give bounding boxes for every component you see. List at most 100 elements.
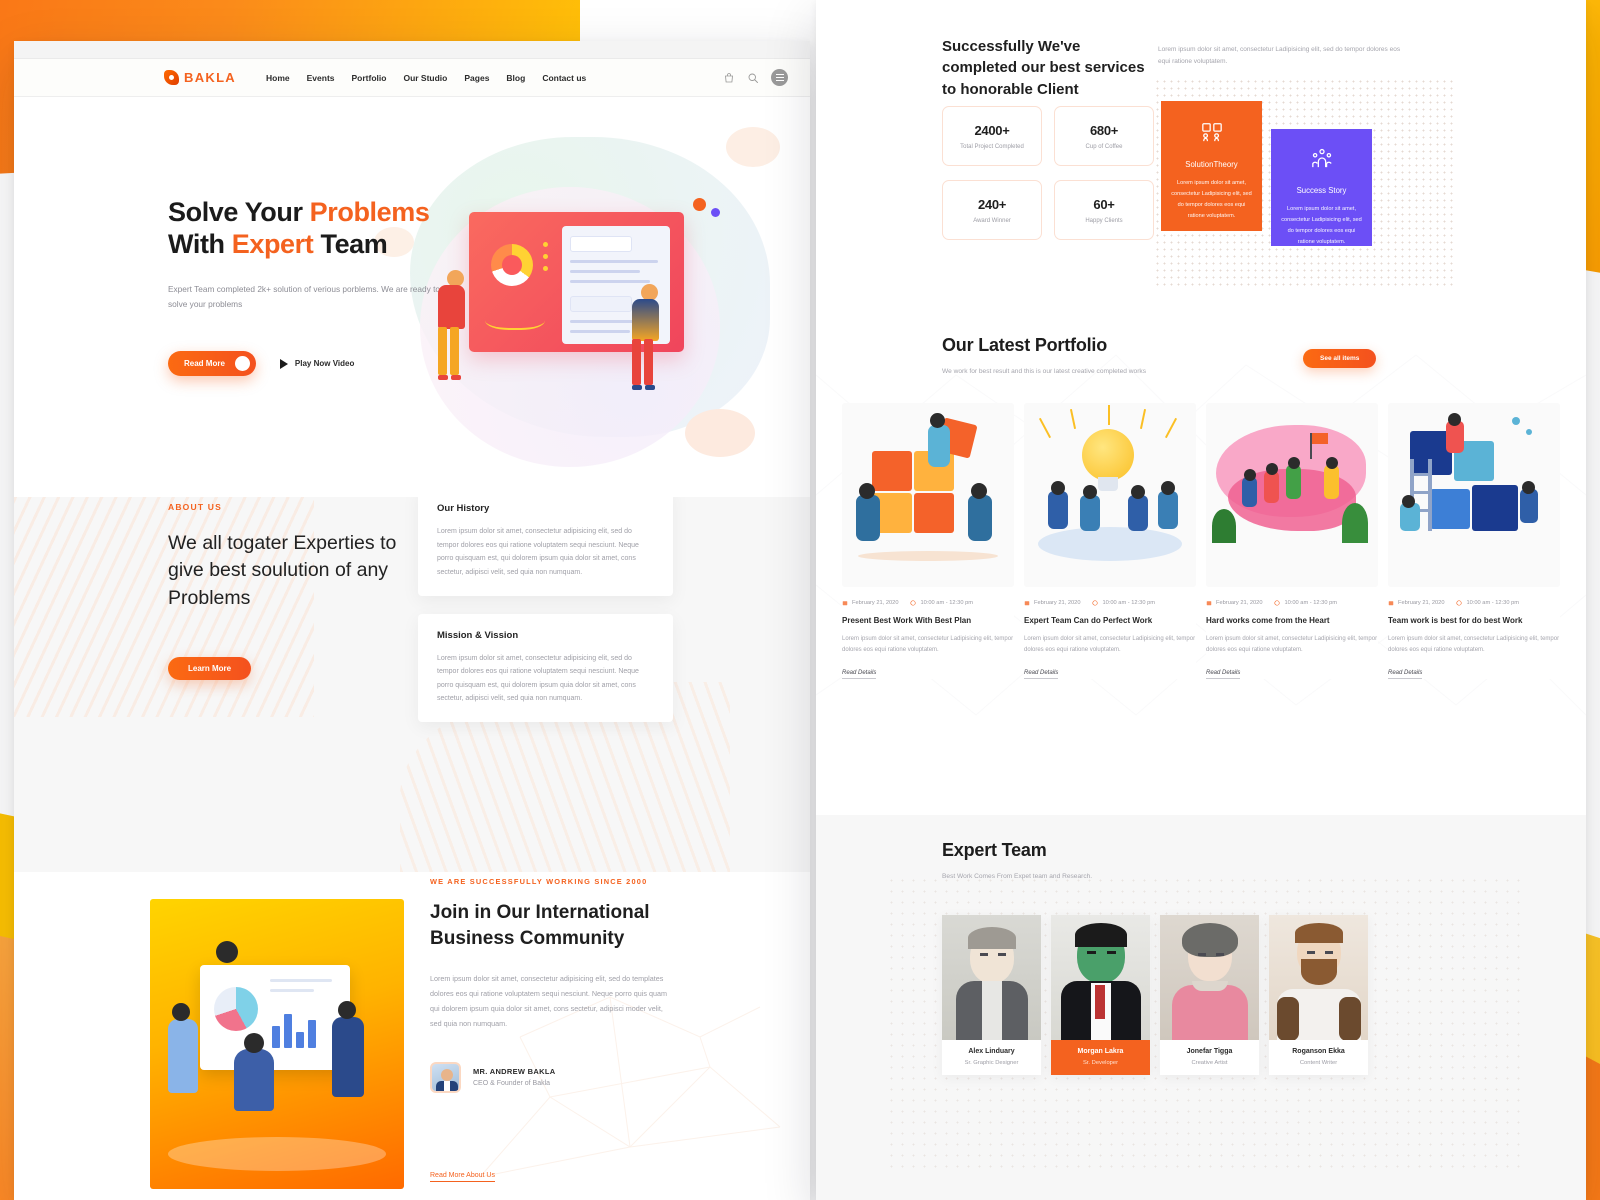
service-body: Lorem ipsum dolor sit amet, consectetur … (1171, 180, 1252, 219)
about-card-mission: Mission & Vission Lorem ipsum dolor sit … (418, 613, 673, 723)
nav-item-our-studio[interactable]: Our Studio (403, 73, 447, 83)
portfolio-thumbnail-puzzle (842, 403, 1014, 587)
team-card[interactable]: Jonefar Tigga Creative Artist (1160, 915, 1259, 1075)
read-details-link[interactable]: Read Details (842, 670, 877, 680)
hero-title-part-4: Expert (231, 228, 314, 259)
community-eyebrow: WE ARE SUCCESSFULLY WORKING SINCE 2000 (430, 877, 648, 886)
nav-item-pages[interactable]: Pages (464, 73, 489, 83)
team-member-name: Alex Linduary (968, 1048, 1015, 1055)
play-video-label: Play Now Video (294, 359, 355, 369)
team-member-role: Sr. Developer (1082, 1060, 1119, 1066)
gear-icon-purple (711, 208, 720, 217)
calendar-icon (1206, 601, 1212, 606)
nav-item-contact-us[interactable]: Contact us (542, 73, 586, 83)
service-title: Success Story (1296, 186, 1347, 195)
about-card-history: Our History Lorem ipsum dolor sit amet, … (418, 497, 673, 596)
portfolio-body: Lorem ipsum dolor sit amet, consectetur … (1206, 636, 1378, 654)
portfolio-meta: February 21, 2020 10:00 am - 12:30 pm (1388, 600, 1560, 606)
team-card[interactable]: Morgan Lakra Sr. Developer (1051, 915, 1150, 1075)
site-navbar: BAKLA Home Events Portfolio Our Studio P… (14, 59, 810, 97)
team-card-bar: Jonefar Tigga Creative Artist (1160, 1040, 1259, 1075)
stat-label: Total Project Completed (960, 143, 1024, 150)
stat-number: 240+ (977, 196, 1007, 212)
left-mockup-panel: BAKLA Home Events Portfolio Our Studio P… (14, 41, 810, 1200)
community-author: MR. ANDREW BAKLA CEO & Founder of Bakla (430, 1061, 675, 1093)
portfolio-card[interactable]: February 21, 2020 10:00 am - 12:30 pm Ex… (1024, 403, 1196, 680)
nav-item-blog[interactable]: Blog (506, 73, 525, 83)
read-details-link[interactable]: Read Details (1388, 670, 1423, 680)
nav-item-events[interactable]: Events (307, 73, 335, 83)
avatar (430, 1061, 461, 1093)
portfolio-card[interactable]: February 21, 2020 10:00 am - 12:30 pm Ha… (1206, 403, 1378, 680)
service-card-success-story[interactable]: Success Story Lorem ipsum dolor sit amet… (1271, 129, 1372, 246)
team-photo (1269, 915, 1368, 1040)
portfolio-title: Expert Team Can do Perfect Work (1024, 616, 1153, 625)
play-video-button[interactable]: Play Now Video (279, 358, 355, 369)
read-details-link[interactable]: Read Details (1024, 670, 1059, 680)
search-icon[interactable] (747, 72, 759, 84)
hero-title-part-3: With (168, 228, 232, 259)
team-card[interactable]: Roganson Ekka Content Writer (1269, 915, 1368, 1075)
portfolio-time: 10:00 am - 12:30 pm (1456, 600, 1519, 606)
hero-title-part-1: Solve Your (168, 197, 310, 227)
portfolio-card[interactable]: February 21, 2020 10:00 am - 12:30 pm Te… (1388, 403, 1560, 680)
portfolio-heading: Our Latest Portfolio (942, 335, 1108, 355)
brand-logo[interactable]: BAKLA (164, 70, 236, 85)
team-card-bar: Morgan Lakra Sr. Developer (1051, 1040, 1150, 1075)
about-card-title: Our History (437, 503, 490, 514)
portfolio-thumbnail-teamwork (1388, 403, 1560, 587)
stats-heading: Successfully We've completed our best se… (942, 38, 1145, 98)
community-illustration (150, 899, 404, 1189)
portfolio-meta: February 21, 2020 10:00 am - 12:30 pm (842, 600, 1014, 606)
stats-grid: 2400+ Total Project Completed 680+ Cup o… (942, 106, 1154, 240)
team-heading: Expert Team (942, 840, 1047, 860)
stat-card-cup-of-coffee: 680+ Cup of Coffee (1054, 106, 1154, 166)
team-member-name: Jonefar Tigga (1186, 1048, 1233, 1055)
portfolio-title: Hard works come from the Heart (1206, 616, 1330, 625)
team-member-role: Sr. Graphic Designer (964, 1060, 1019, 1066)
menu-icon[interactable] (771, 69, 788, 86)
read-more-button[interactable]: Read More (168, 351, 256, 377)
portfolio-time: 10:00 am - 12:30 pm (1092, 600, 1155, 606)
person-left-graphic (438, 270, 465, 380)
service-body: Lorem ipsum dolor sit amet, consectetur … (1281, 206, 1362, 245)
author-role: CEO & Founder of Bakla (473, 1080, 551, 1087)
stat-label: Award Winner (973, 217, 1011, 224)
monitor-graphic (200, 965, 350, 1070)
about-heading: We all togater Experties to give best so… (168, 532, 397, 609)
service-card-solution-theory[interactable]: SolutionTheory Lorem ipsum dolor sit ame… (1161, 101, 1262, 231)
read-more-about-us-link[interactable]: Read More About Us (430, 1172, 495, 1182)
stat-label: Cup of Coffee (1085, 143, 1123, 150)
team-card[interactable]: Alex Linduary Sr. Graphic Designer (942, 915, 1041, 1075)
portfolio-meta: February 21, 2020 10:00 am - 12:30 pm (1024, 600, 1196, 606)
navbar-actions (723, 69, 788, 86)
portfolio-grid: February 21, 2020 10:00 am - 12:30 pm Pr… (842, 403, 1560, 680)
about-card-title: Mission & Vission (437, 629, 519, 641)
bag-icon[interactable] (723, 72, 735, 84)
decor-hero-dot-a (726, 127, 780, 167)
bakla-logo-icon (164, 70, 179, 85)
portfolio-section: Our Latest Portfolio We work for best re… (816, 335, 1586, 815)
hero-section: Solve Your Problems With Expert Team Exp… (14, 97, 810, 497)
team-subtext: Best Work Comes From Expet team and Rese… (942, 873, 1093, 880)
nav-item-portfolio[interactable]: Portfolio (352, 73, 387, 83)
stats-section: Successfully We've completed our best se… (816, 0, 1586, 335)
team-section: Expert Team Best Work Comes From Expet t… (816, 815, 1586, 1200)
clock-icon (1274, 600, 1281, 606)
portfolio-body: Lorem ipsum dolor sit amet, consectetur … (1024, 636, 1196, 654)
see-all-items-button[interactable]: See all items (1303, 349, 1377, 368)
service-title: SolutionTheory (1185, 160, 1238, 169)
portfolio-card[interactable]: February 21, 2020 10:00 am - 12:30 pm Pr… (842, 403, 1014, 680)
stat-number: 680+ (1089, 122, 1119, 138)
learn-more-button[interactable]: Learn More (168, 656, 252, 680)
team-card-bar: Roganson Ekka Content Writer (1269, 1040, 1368, 1075)
nav-item-home[interactable]: Home (266, 73, 290, 83)
dots-column-graphic (543, 242, 548, 271)
hero-title-part-2: Problems (309, 197, 430, 227)
read-details-link[interactable]: Read Details (1206, 670, 1241, 680)
about-eyebrow: ABOUT US (168, 502, 222, 512)
stat-card-happy-clients: 60+ Happy Clients (1054, 180, 1154, 240)
team-card-bar: Alex Linduary Sr. Graphic Designer (942, 1040, 1041, 1075)
hero-illustration (414, 198, 744, 467)
clock-icon (1092, 600, 1099, 606)
